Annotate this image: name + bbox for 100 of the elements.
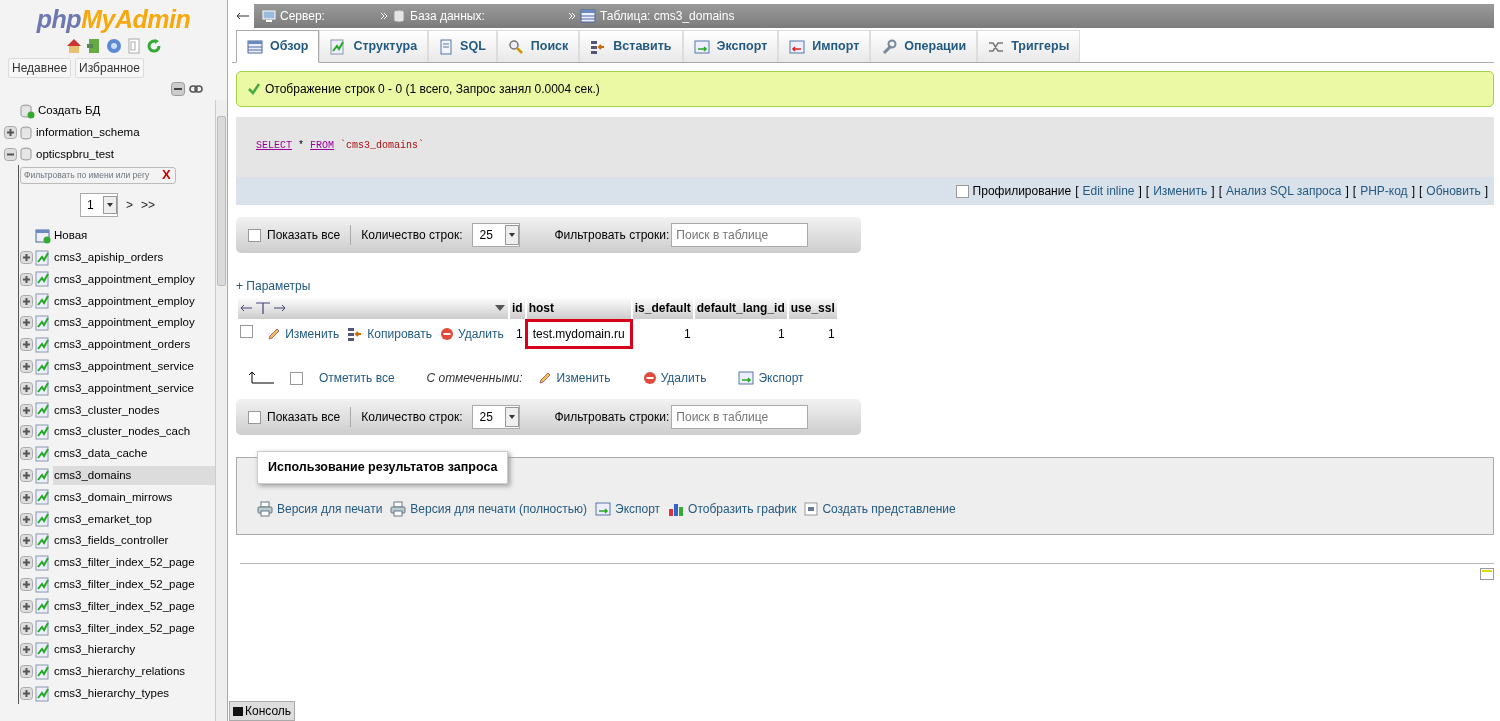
query-result-link[interactable]: Отобразить график [688,499,797,518]
query-result-link[interactable]: Создать представление [822,499,956,518]
checkbox[interactable] [248,228,261,242]
tree-item[interactable]: cms3_appointment_employ [53,313,196,333]
tree-item[interactable]: Создать БД [37,101,102,121]
filter-input[interactable]: Поиск в таблице [671,223,809,247]
rows-select[interactable]: 25 [472,405,521,429]
checkbox[interactable] [955,184,969,198]
tab[interactable]: SQL [428,30,497,62]
row-action-link[interactable]: Удалить [458,325,504,343]
expand-icon[interactable] [20,534,33,548]
tree-item[interactable]: cms3_filter_index_52_page [53,618,196,638]
options-link[interactable]: + Параметры [236,277,1494,295]
clear-filter-button[interactable]: X [162,165,171,185]
help-icon[interactable] [105,38,122,54]
scrollbar[interactable] [215,100,227,721]
console-tab[interactable]: Консоль [229,701,296,721]
expand-icon[interactable] [20,665,33,679]
bulk-action-link[interactable]: Удалить [660,369,707,387]
mark-all-link[interactable]: Отметить все [319,369,395,387]
link-icon[interactable] [189,82,203,96]
query-result-link[interactable]: Версия для печати [277,499,383,518]
tab[interactable]: Вставить [579,30,683,62]
action-link[interactable]: Анализ SQL запроса [1226,182,1342,200]
expand-icon[interactable] [20,272,33,286]
tree-item[interactable]: Новая [53,226,89,246]
expand-icon[interactable] [20,251,33,265]
tab[interactable]: Обзор [236,30,320,63]
action-link[interactable]: Изменить [1153,182,1208,200]
tree-item[interactable]: cms3_data_cache [53,444,149,464]
column-header[interactable]: is_default [632,297,693,319]
tree-item[interactable]: cms3_cluster_nodes_cach [53,422,192,442]
column-header[interactable]: use_ssl [788,297,837,319]
bulk-action-link[interactable]: Изменить [556,369,611,387]
tree-item[interactable]: cms3_appointment_employ [53,291,196,311]
last-page-link[interactable]: >> [141,195,155,214]
expand-icon[interactable] [20,512,33,526]
tree-item[interactable]: cms3_hierarchy [53,640,137,660]
sort-arrow-icon[interactable] [494,304,506,312]
tree-item[interactable]: opticspbru_test [35,144,115,165]
collapse-icon[interactable] [4,148,17,161]
home-icon[interactable] [65,38,82,54]
tab[interactable]: Операции [870,30,978,62]
tree-item[interactable]: cms3_filter_index_52_page [53,553,196,573]
expand-icon[interactable] [20,599,33,613]
sidebar-tab[interactable]: Избранное [75,58,144,78]
row-checkbox[interactable] [240,325,253,338]
expand-icon[interactable] [20,687,33,700]
column-header[interactable]: host [526,297,631,319]
tree-item[interactable]: cms3_filter_index_52_page [53,596,196,616]
expand-icon[interactable] [20,578,33,592]
checkbox[interactable] [248,410,261,424]
tree-item[interactable]: cms3_filter_index_52_page [53,574,196,595]
sql-keyword-link[interactable]: SELECT [256,137,292,153]
tab[interactable]: Структура [319,30,429,62]
row-action-link[interactable]: Изменить [285,325,340,343]
expand-icon[interactable] [20,447,33,461]
expand-icon[interactable] [20,556,33,570]
tree-item[interactable]: cms3_domain_mirrows [53,487,174,507]
tree-item[interactable]: cms3_cluster_nodes [53,400,161,420]
action-link[interactable]: Edit inline [1082,182,1135,200]
rows-select[interactable]: 25 [472,223,521,247]
tree-item[interactable]: cms3_domains [53,465,215,486]
page-select[interactable]: 1 [80,192,118,217]
exit-door-icon[interactable] [85,38,102,54]
tree-item[interactable]: cms3_hierarchy_relations [53,662,187,682]
logo[interactable]: phpMyAdmin [0,4,227,34]
expand-icon[interactable] [20,360,33,374]
column-header[interactable]: default_lang_id [694,297,787,319]
tab[interactable]: Триггеры [977,30,1081,62]
next-page-link[interactable]: > [126,195,133,214]
tree-item[interactable]: cms3_appointment_employ [53,269,196,289]
expand-icon[interactable] [20,643,33,657]
sidebar-tab[interactable]: Недавнее [8,58,72,78]
tree-item[interactable]: cms3_fields_controller [53,531,170,551]
tree-item[interactable]: cms3_appointment_orders [53,335,192,355]
tab[interactable]: Поиск [496,30,580,62]
checkbox[interactable] [290,371,303,385]
expand-icon[interactable] [20,294,33,308]
tree-item[interactable]: cms3_appointment_service [53,356,195,377]
reload-icon[interactable] [145,38,162,54]
back-arrow-icon[interactable] [236,11,250,21]
tree-item[interactable]: cms3_hierarchy_types [53,683,171,704]
tab[interactable]: Импорт [778,30,871,62]
expand-icon[interactable] [20,338,33,352]
row-action-link[interactable]: Копировать [367,325,432,343]
sql-keyword-link[interactable]: FROM [310,137,335,153]
tree-item[interactable]: information_schema [35,123,141,143]
action-link[interactable]: Обновить [1426,182,1481,200]
bulk-action-link[interactable]: Экспорт [758,369,804,387]
expand-icon[interactable] [20,425,33,439]
tab[interactable]: Экспорт [682,30,779,62]
query-result-link[interactable]: Версия для печати (полностью) [410,499,587,518]
page-icon[interactable] [1480,567,1494,580]
expand-icon[interactable] [20,403,33,417]
expand-icon[interactable] [4,126,17,140]
expand-icon[interactable] [20,490,33,504]
expand-icon[interactable] [20,469,33,483]
expand-icon[interactable] [20,381,33,395]
query-result-link[interactable]: Экспорт [615,499,661,518]
